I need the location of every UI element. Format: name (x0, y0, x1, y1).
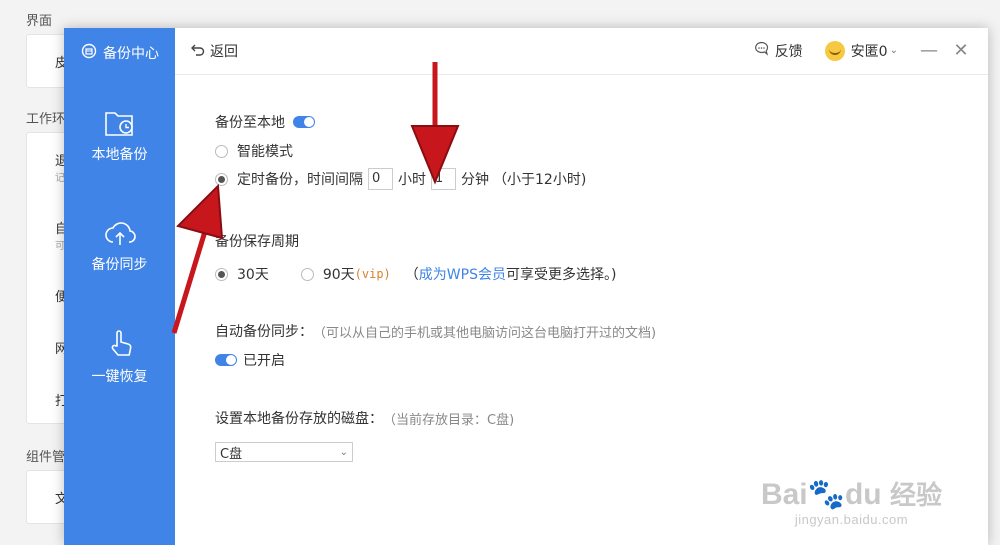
retention-note-open: （ (404, 267, 419, 283)
back-button[interactable]: 返回 (191, 41, 238, 61)
sidebar-item-one-click-restore[interactable]: 一键恢复 (64, 328, 175, 386)
topbar-right: 反馈 安匿0 ⌄ — ✕ (754, 40, 970, 61)
baidu-watermark: Bai🐾du 经验 jingyan.baidu.com (761, 475, 942, 527)
section-label-interface: 界面 (26, 14, 53, 29)
section-label-components: 组件管 (26, 450, 66, 465)
sync-status: 已开启 (243, 353, 285, 369)
undo-arrow-icon (191, 42, 205, 60)
sidebar-item-label: 本地备份 (91, 147, 148, 163)
feedback-button[interactable]: 反馈 (754, 41, 803, 61)
disk-select-row: C盘 ⌄ (215, 442, 353, 462)
sidebar-item-backup-sync[interactable]: 备份同步 (64, 218, 175, 274)
avatar (824, 40, 845, 61)
watermark-brand2: du (844, 478, 882, 511)
backup-local-row: 备份至本地 (215, 112, 315, 132)
main-panel: 返回 反馈 安匿0 ⌄ — ✕ 备份至本地 智能模式 定时备份，时间间隔 0 小… (175, 28, 988, 545)
feedback-icon (754, 41, 769, 60)
retention-title: 备份保存周期 (215, 231, 299, 251)
watermark-cn: 经验 (889, 480, 942, 510)
member-link[interactable]: 成为WPS会员 (419, 264, 506, 284)
close-icon[interactable]: ✕ (952, 40, 970, 61)
sidebar-item-label: 一键恢复 (91, 369, 148, 385)
folder-clock-icon (64, 108, 175, 138)
sync-row: 自动备份同步： （可以从自己的手机或其他电脑访问这台电脑打开过的文档) (215, 321, 656, 341)
chevron-down-icon: ⌄ (889, 45, 898, 56)
mode-timed-row[interactable]: 定时备份，时间间隔 0 小时 1 分钟 （小于12小时) (215, 168, 586, 190)
retention-90-label: 90天 (322, 267, 355, 283)
disk-row: 设置本地备份存放的磁盘： （当前存放目录：C盘) (215, 408, 514, 428)
mode-timed-radio[interactable] (215, 172, 228, 186)
section-label-work: 工作环 (26, 112, 66, 127)
sidebar-item-local-backup[interactable]: 本地备份 (64, 108, 175, 164)
backup-center-icon (81, 43, 97, 63)
sync-title: 自动备份同步： (215, 324, 313, 340)
mode-smart-label: 智能模式 (237, 144, 293, 160)
sidebar-title: 备份中心 (103, 46, 159, 62)
chevron-down-icon: ⌄ (339, 446, 348, 458)
watermark-brand: Bai (760, 478, 808, 511)
disk-select-value: C盘 (220, 446, 243, 462)
disk-select[interactable]: C盘 ⌄ (215, 442, 353, 462)
minutes-unit: 分钟 (461, 172, 489, 188)
mode-timed-label: 定时备份，时间间隔 (237, 172, 363, 188)
topbar: 返回 反馈 安匿0 ⌄ — ✕ (175, 28, 988, 75)
backup-local-toggle[interactable] (293, 116, 315, 128)
backup-local-title: 备份至本地 (215, 115, 285, 131)
minimize-icon[interactable]: — (920, 40, 938, 61)
sync-toggle[interactable] (215, 354, 237, 366)
sidebar: 备份中心 本地备份 备份同步 一键恢复 (64, 28, 175, 545)
watermark-url: jingyan.baidu.com (794, 512, 909, 527)
sync-desc: （可以从自己的手机或其他电脑访问这台电脑打开过的文档) (313, 325, 657, 341)
retention-title-text: 备份保存周期 (215, 234, 299, 250)
vip-tag: (vip) (354, 267, 391, 281)
retention-30-radio[interactable] (215, 267, 228, 281)
backup-center-dialog: 备份中心 本地备份 备份同步 一键恢复 返回 反馈 安匿0 ⌄ — ✕ 备份至本… (64, 28, 988, 545)
sidebar-header: 备份中心 (81, 43, 159, 63)
paw-icon: 🐾 (807, 478, 845, 511)
disk-title: 设置本地备份存放的磁盘： (215, 411, 383, 427)
back-label: 返回 (210, 44, 238, 60)
sidebar-item-label: 备份同步 (91, 257, 148, 273)
retention-30-label: 30天 (237, 267, 269, 283)
disk-current: （当前存放目录：C盘) (383, 412, 515, 428)
retention-90-radio[interactable] (300, 267, 314, 281)
username: 安匿0 (850, 43, 888, 60)
minutes-input[interactable]: 1 (431, 168, 456, 190)
hours-input[interactable]: 0 (368, 168, 393, 190)
user-menu[interactable]: 安匿0 ⌄ (824, 40, 898, 61)
hours-unit: 小时 (398, 172, 426, 188)
feedback-label: 反馈 (774, 43, 803, 60)
retention-note: 可享受更多选择。) (505, 267, 617, 283)
retention-options: 30天 90天 (vip) （ 成为WPS会员 可享受更多选择。) (215, 264, 616, 284)
interval-hint: （小于12小时) (493, 172, 587, 188)
mode-smart-row[interactable]: 智能模式 (215, 141, 293, 161)
hand-pointer-icon (64, 328, 175, 360)
sync-status-row: 已开启 (215, 350, 285, 370)
mode-smart-radio[interactable] (215, 144, 228, 158)
cloud-upload-icon (64, 218, 175, 248)
